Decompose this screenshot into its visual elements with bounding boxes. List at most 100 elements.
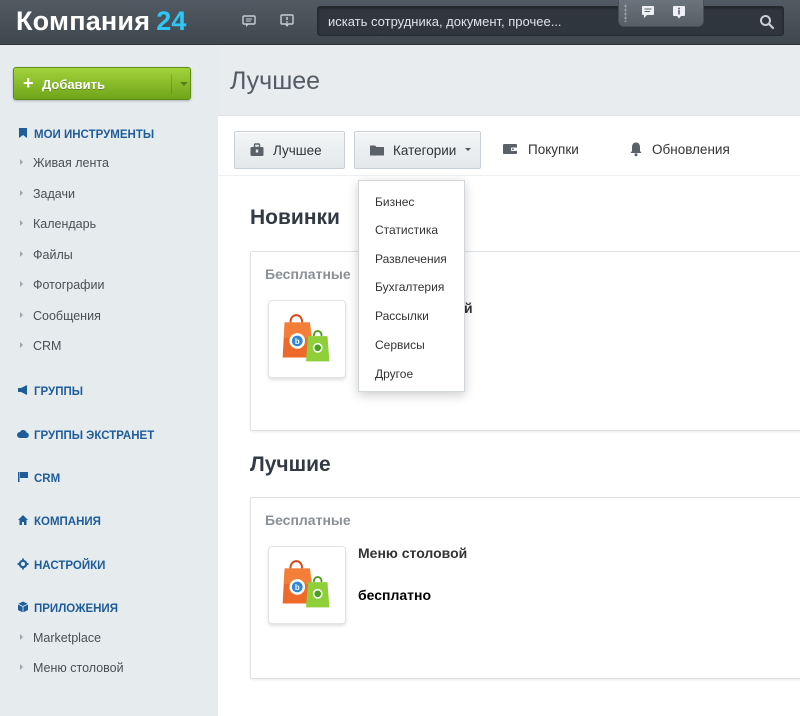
tab-categories[interactable]: Категории	[354, 131, 481, 169]
plus-icon: +	[23, 73, 34, 93]
category-statistics[interactable]: Статистика	[375, 223, 438, 237]
arrow-right-icon	[20, 281, 23, 287]
item-label: Сообщения	[33, 309, 101, 323]
sidebar-item-crm[interactable]: CRM	[20, 339, 61, 353]
item-label: CRM	[33, 339, 62, 353]
page-title: Лучшее	[230, 67, 321, 95]
app-icon[interactable]: b	[268, 300, 346, 378]
category-entertainment[interactable]: Развлечения	[375, 252, 447, 266]
item-label: Фотографии	[33, 278, 105, 292]
tab-label: Обновления	[652, 142, 730, 157]
chat-icon[interactable]	[641, 5, 655, 19]
sidebar-section-settings[interactable]: НАСТРОЙКИ	[17, 558, 105, 572]
folder-icon	[370, 145, 384, 156]
section-label: МОИ ИНСТРУМЕНТЫ	[34, 129, 155, 141]
company-logo[interactable]: Компания 24	[16, 6, 187, 37]
content-panel: Лучшее Категории Покупки Обновления Нови…	[218, 115, 800, 716]
svg-text:b: b	[295, 337, 300, 346]
section-title-best: Лучшие	[250, 453, 331, 476]
arrow-right-icon	[20, 634, 23, 640]
category-accounting[interactable]: Бухгалтерия	[375, 280, 444, 294]
arrow-right-icon	[20, 190, 23, 196]
category-services[interactable]: Сервисы	[375, 338, 425, 352]
sidebar-section-groups[interactable]: ГРУППЫ	[17, 384, 83, 398]
sidebar-section-company[interactable]: КОМПАНИЯ	[17, 514, 101, 528]
flag-icon	[18, 472, 28, 482]
category-business[interactable]: Бизнес	[375, 195, 414, 209]
section-label: ГРУППЫ ЭКСТРАНЕТ	[34, 430, 155, 442]
item-label: Задачи	[33, 187, 75, 201]
messages-icon[interactable]	[242, 14, 256, 28]
sidebar-section-crm[interactable]: CRM	[17, 471, 60, 485]
drag-handle-icon[interactable]	[624, 4, 627, 22]
item-label: Marketplace	[33, 631, 102, 645]
sidebar-section-apps[interactable]: ПРИЛОЖЕНИЯ	[17, 601, 118, 615]
section-title-new: Новинки	[250, 206, 340, 229]
sidebar-item-files[interactable]: Файлы	[20, 248, 73, 262]
gear-icon	[17, 558, 29, 570]
sidebar-section-extranet[interactable]: ГРУППЫ ЭКСТРАНЕТ	[17, 428, 154, 442]
search-input[interactable]: искать сотрудника, документ, прочее...	[317, 6, 784, 36]
card-subtitle: Бесплатные	[265, 266, 351, 282]
sidebar-item-messages[interactable]: Сообщения	[20, 309, 101, 323]
logo-number: 24	[156, 6, 187, 36]
wallet-icon	[503, 144, 517, 154]
svg-text:b: b	[295, 583, 300, 592]
arrow-right-icon	[20, 220, 23, 226]
chevron-down-icon[interactable]	[180, 82, 188, 86]
search-icon[interactable]	[759, 14, 775, 30]
home-icon	[18, 515, 28, 525]
bell-icon	[630, 142, 642, 157]
tab-best[interactable]: Лучшее	[234, 131, 345, 169]
arrow-right-icon	[20, 251, 23, 257]
section-label: ГРУППЫ	[34, 386, 83, 398]
add-button[interactable]: + Добавить	[13, 67, 191, 100]
info-icon[interactable]	[672, 5, 686, 19]
section-label: CRM	[34, 473, 61, 485]
category-other[interactable]: Другое	[375, 367, 413, 381]
shopping-bags-icon: b	[282, 314, 330, 362]
chevron-down-icon	[465, 148, 471, 151]
sidebar-item-feed[interactable]: Живая лента	[20, 156, 109, 170]
top-bar: Компания 24 искать сотрудника, документ, …	[0, 0, 800, 45]
sidebar-item-photos[interactable]: Фотографии	[20, 278, 104, 292]
logo-name: Компания	[16, 6, 151, 36]
notifications-icon[interactable]	[280, 14, 294, 28]
app-card-new: Бесплатные b й	[250, 251, 800, 431]
megaphone-icon	[18, 385, 27, 395]
tab-label: Лучшее	[273, 143, 322, 158]
briefcase-icon	[250, 143, 264, 156]
cloud-icon	[17, 430, 29, 438]
app-card-best: Бесплатные b Меню столовой бесплатно	[250, 497, 800, 679]
app-name[interactable]: Меню столовой	[358, 545, 467, 561]
tab-purchases[interactable]: Покупки	[488, 131, 598, 169]
add-button-label: Добавить	[42, 77, 105, 92]
arrow-right-icon	[20, 342, 23, 348]
app-price: бесплатно	[358, 587, 432, 603]
item-label: Календарь	[33, 217, 97, 231]
section-label: ПРИЛОЖЕНИЯ	[34, 603, 118, 615]
arrow-right-icon	[20, 664, 23, 670]
app-name-partial[interactable]: й	[464, 300, 473, 316]
sidebar-item-marketplace[interactable]: Marketplace	[20, 631, 101, 645]
shopping-bags-icon: b	[282, 560, 330, 608]
app-icon[interactable]: b	[268, 546, 346, 624]
arrow-right-icon	[20, 159, 23, 165]
item-label: Файлы	[33, 248, 73, 262]
tab-bar: Лучшее Категории Покупки Обновления	[218, 116, 800, 176]
sidebar-item-tasks[interactable]: Задачи	[20, 187, 75, 201]
tab-updates[interactable]: Обновления	[614, 131, 744, 169]
search-placeholder: искать сотрудника, документ, прочее...	[328, 14, 562, 29]
notification-panel-tab[interactable]	[618, 0, 704, 27]
sidebar-item-calendar[interactable]: Календарь	[20, 217, 96, 231]
category-mailings[interactable]: Рассылки	[375, 309, 429, 323]
tab-label: Покупки	[528, 142, 579, 157]
add-button-divider	[171, 74, 172, 94]
section-label: НАСТРОЙКИ	[34, 560, 106, 572]
section-label: КОМПАНИЯ	[34, 516, 101, 528]
cube-icon	[17, 601, 29, 613]
tab-label: Категории	[393, 143, 457, 158]
sidebar-section-tools[interactable]: МОИ ИНСТРУМЕНТЫ	[17, 127, 154, 141]
sidebar-item-canteen-menu[interactable]: Меню столовой	[20, 661, 124, 675]
left-sidebar: + Добавить МОИ ИНСТРУМЕНТЫ Живая лента З…	[0, 46, 218, 716]
